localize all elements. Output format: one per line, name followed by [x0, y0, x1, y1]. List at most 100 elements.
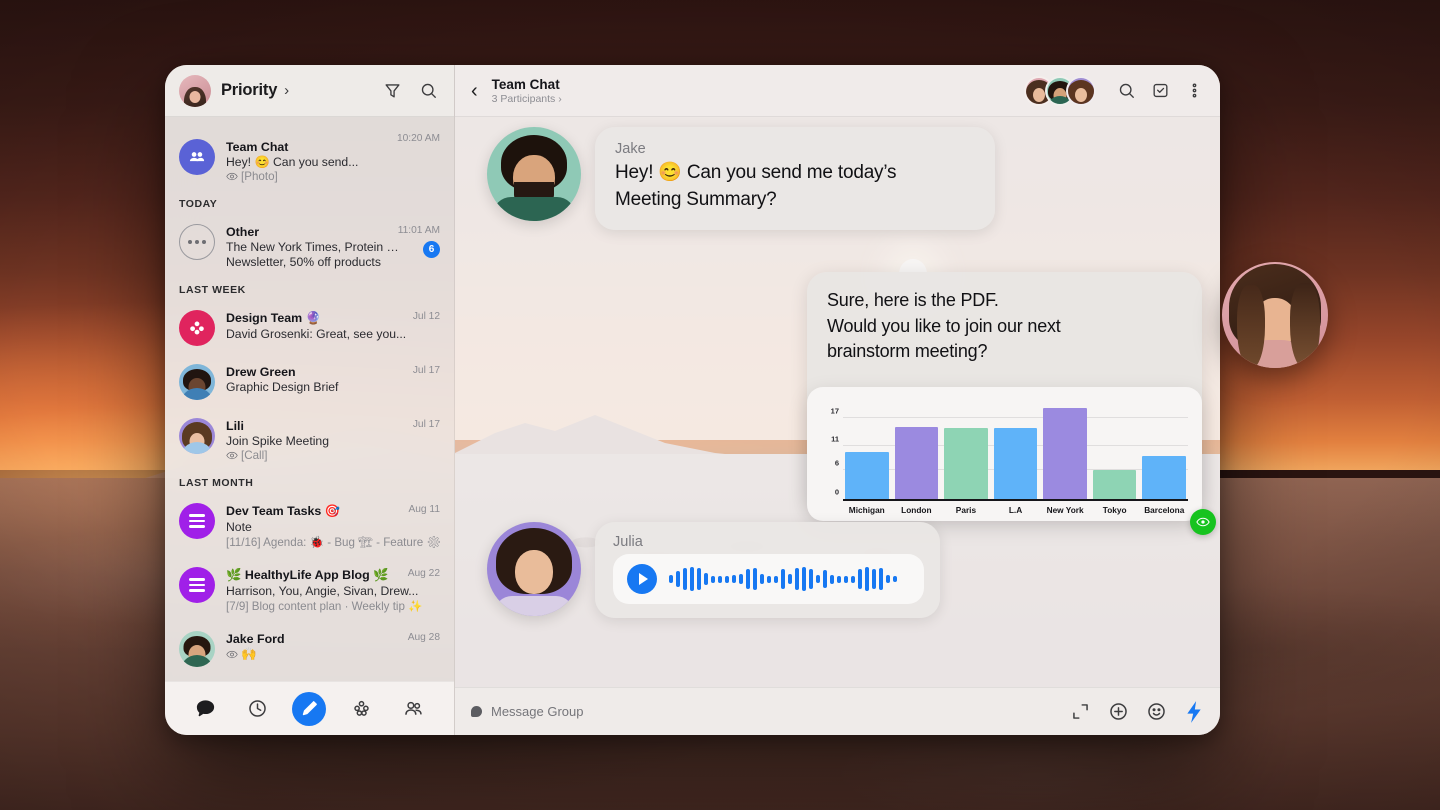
waveform-bar [676, 571, 680, 587]
waveform[interactable] [669, 564, 910, 594]
list-item[interactable]: Other The New York Times, Protein Sale, … [165, 215, 454, 278]
message-bubble[interactable]: Julia [595, 522, 940, 618]
x-axis-label: Barcelona [1144, 504, 1185, 515]
archive-check-icon[interactable] [1151, 81, 1170, 100]
cluster-icon [354, 700, 369, 716]
waveform-bar [893, 576, 897, 582]
list-item[interactable]: Anna Carter Invitation: Review Design Br… [165, 676, 454, 681]
chart-attachment[interactable]: 0 6 11 17 Michigan London Paris L.A New York Tok… [807, 386, 1216, 535]
y-axis: 0 6 11 17 [821, 401, 843, 501]
list-item-meta-text: 🙌 [241, 647, 257, 661]
waveform-bar [739, 574, 743, 584]
lightning-bolt-icon[interactable] [1184, 700, 1204, 724]
message-list[interactable]: Jake Hey! 😊 Can you send me today’s Meet… [455, 117, 1220, 687]
list-item-meta-text: [Call] [241, 449, 268, 462]
list-item[interactable]: 🌿 HealthyLife App Blog 🌿 Harrison, You, … [165, 558, 454, 622]
list-item-meta: [Photo] [226, 170, 440, 183]
plus-circle-icon[interactable] [1108, 701, 1129, 722]
waveform-bar [823, 570, 827, 588]
chevron-right-icon[interactable]: › [284, 82, 289, 99]
list-item-time: Jul 17 [412, 365, 440, 376]
list-item-title: Lili [226, 419, 244, 433]
list-item-meta: [11/16] Agenda: 🐞 - Bug 🏗 - Feature ⚙ [226, 535, 440, 549]
waveform-bar [802, 567, 806, 591]
read-eye-icon [1190, 508, 1216, 535]
list-item-time: Jul 12 [412, 311, 440, 322]
contact-avatar[interactable] [1222, 262, 1328, 368]
y-axis-tick: 0 [834, 487, 839, 497]
bar [1092, 469, 1137, 499]
waveform-bar [788, 574, 792, 584]
x-axis-label: Paris [955, 504, 977, 515]
julia-avatar[interactable] [487, 522, 581, 616]
message-text-line2: Would you like to join our next [827, 315, 1061, 336]
list-item[interactable]: Design Team 🔮 David Grosenki: Great, see… [165, 301, 454, 355]
waveform-bar [753, 568, 757, 590]
message-bubble[interactable]: Jake Hey! 😊 Can you send me today’s Meet… [595, 127, 995, 230]
message-text-line1: Hey! 😊 Can you send me today’s [615, 162, 897, 183]
list-item-time: 10:20 AM [396, 133, 440, 144]
list-item[interactable]: Team Chat Hey! 😊 Can you send... [Photo]… [165, 123, 454, 192]
expand-icon[interactable] [1070, 701, 1091, 722]
more-vertical-icon[interactable] [1185, 81, 1204, 100]
search-icon[interactable] [1117, 81, 1136, 100]
bar [1043, 408, 1087, 499]
plot-area [843, 401, 1188, 501]
waveform-bar [886, 575, 890, 583]
voice-message-player[interactable] [613, 554, 924, 604]
message-sender: Julia [613, 534, 643, 550]
message-composer[interactable]: Message Group [455, 687, 1220, 735]
chat-title: Team Chat [491, 76, 560, 92]
message-julia-voice[interactable]: Julia [487, 522, 940, 618]
list-item[interactable]: Jake Ford 🙌 Aug 28 [165, 622, 454, 676]
group-icon [179, 139, 215, 175]
list-item[interactable]: Drew Green Graphic Design Brief Jul 17 [165, 355, 454, 409]
jake-avatar[interactable] [487, 127, 581, 221]
bar [894, 427, 939, 499]
photo-avatar [179, 631, 215, 667]
play-icon[interactable] [627, 564, 657, 594]
sidebar-item-people[interactable] [397, 692, 431, 726]
participants-label[interactable]: 3 Participants › [492, 93, 562, 105]
bar-chart: 0 6 11 17 [821, 401, 1188, 501]
waveform-bar [851, 575, 855, 583]
design-team-icon [179, 310, 215, 346]
sidebar-item-groups[interactable] [345, 692, 379, 726]
x-axis-label: Tokyo [1102, 504, 1127, 515]
people-icon [405, 701, 423, 715]
list-item-meta-text: [Photo] [241, 170, 278, 183]
list-item[interactable]: Dev Team Tasks 🎯 Note [11/16] Agenda: 🐞 … [165, 494, 454, 558]
app-window: Priority › Team Chat Hey! 😊 Can you send… [165, 65, 1220, 735]
waveform-bar [711, 575, 715, 583]
message-pdf-reply[interactable]: Sure, here is the PDF. Would you like to… [807, 272, 1216, 535]
participant-avatars[interactable] [1024, 75, 1096, 106]
conversation-list[interactable]: Team Chat Hey! 😊 Can you send... [Photo]… [165, 117, 454, 681]
message-jake[interactable]: Jake Hey! 😊 Can you send me today’s Meet… [487, 127, 995, 230]
message-input[interactable]: Message Group [491, 704, 584, 719]
waveform-bar [704, 573, 708, 585]
search-icon[interactable] [419, 81, 438, 100]
list-item[interactable]: Lili Join Spike Meeting [Call] Jul 17 [165, 409, 454, 471]
user-avatar[interactable] [179, 74, 211, 107]
waveform-bar [781, 569, 785, 589]
avatar[interactable] [1066, 75, 1096, 106]
list-item-meta: 🙌 [226, 647, 440, 662]
smiley-icon[interactable] [1146, 701, 1167, 722]
unread-badge: 6 [423, 241, 440, 258]
list-item-meta: [Call] [226, 449, 440, 462]
y-axis-tick: 17 [830, 406, 839, 416]
sidebar-item-compose[interactable] [292, 691, 327, 726]
pencil-icon [302, 701, 317, 716]
list-item-preview-2: Newsletter, 50% off products [226, 255, 381, 269]
ellipsis-icon [179, 224, 215, 260]
photo-avatar [179, 418, 215, 454]
filter-icon[interactable] [383, 81, 402, 100]
waveform-bar [669, 575, 673, 583]
chevron-left-icon[interactable]: ‹ [471, 81, 478, 101]
waveform-bar [767, 575, 771, 583]
eye-icon [226, 650, 238, 659]
sidebar-item-chat[interactable] [188, 692, 222, 726]
sidebar-item-history[interactable] [240, 692, 274, 726]
list-item-title: Drew Green [226, 365, 296, 379]
section-label-today: TODAY [179, 198, 218, 210]
